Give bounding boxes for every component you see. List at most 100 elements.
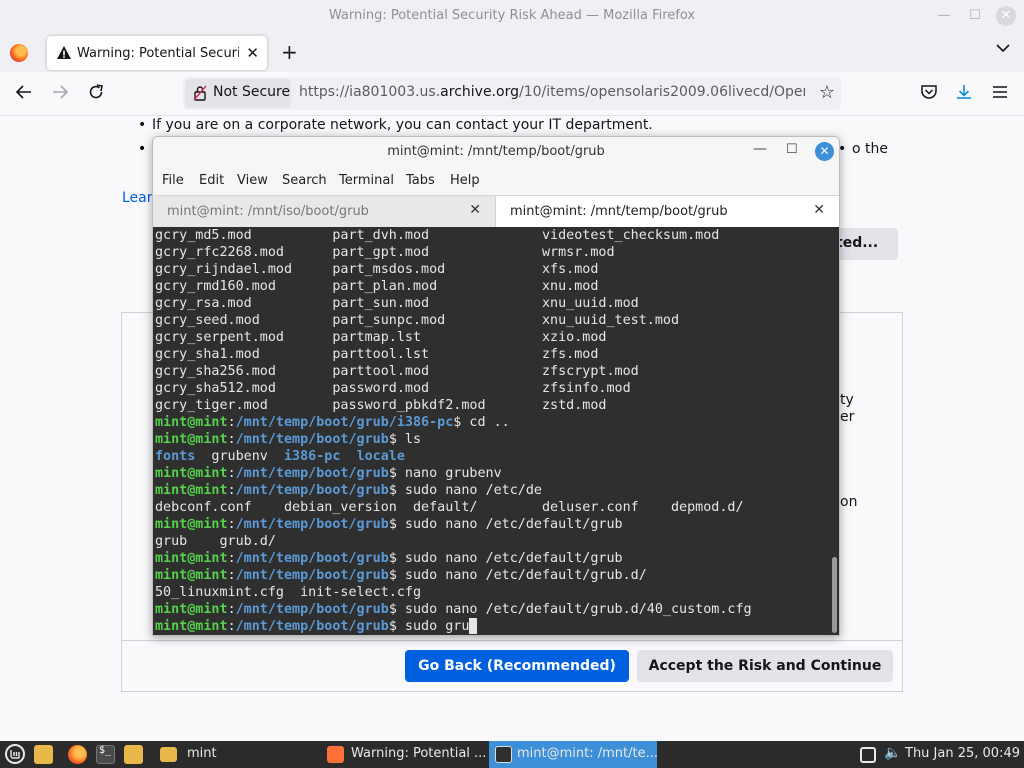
- chevron-down-icon: [996, 44, 1010, 53]
- taskbar-item-label: Warning: Potential ...: [351, 746, 487, 761]
- minimize-window-button[interactable]: —: [935, 7, 953, 25]
- tab-title: Warning: Potential Security Risk Ahead: [77, 46, 239, 61]
- tab-strip: Warning: Potential Security Risk Ahead ✕…: [0, 32, 1024, 72]
- terminal-title: mint@mint: /mnt/temp/boot/grub: [387, 144, 605, 159]
- prompt-user: mint@mint: [155, 568, 228, 583]
- browser-tab-active[interactable]: Warning: Potential Security Risk Ahead ✕: [47, 36, 267, 70]
- close-tab-icon[interactable]: ✕: [469, 202, 481, 218]
- terminal-tabbar: mint@mint: /mnt/iso/boot/grub ✕ mint@min…: [153, 195, 839, 228]
- url-input[interactable]: https://ia801003.us.archive.org/10/items…: [299, 84, 805, 100]
- menu-terminal[interactable]: Terminal: [339, 173, 394, 188]
- address-bar[interactable]: Not Secure https://ia801003.us.archive.o…: [183, 77, 841, 110]
- taskbar-item-terminal[interactable]: mint@mint: /mnt/te...: [489, 741, 658, 768]
- prompt-line: mint@mint:/mnt/temp/boot/grub$ sudo nano…: [155, 516, 827, 533]
- pocket-button[interactable]: [917, 83, 941, 107]
- clock[interactable]: Thu Jan 25, 00:49: [905, 746, 1020, 761]
- menu-tabs[interactable]: Tabs: [406, 173, 435, 188]
- close-window-button[interactable]: ✕: [996, 6, 1016, 26]
- terminal-tab-2[interactable]: mint@mint: /mnt/temp/boot/grub ✕: [495, 196, 839, 228]
- terminal-scrollbar-thumb[interactable]: [832, 557, 837, 633]
- pocket-icon: [921, 85, 937, 99]
- terminal-tab-1[interactable]: mint@mint: /mnt/iso/boot/grub ✕: [153, 196, 495, 228]
- folder-icon: [160, 747, 177, 762]
- firefox-view-icon[interactable]: [10, 44, 28, 62]
- mint-menu-icon[interactable]: [5, 744, 25, 764]
- learn-more-link[interactable]: Lear: [122, 190, 153, 206]
- site-identity-button[interactable]: Not Secure: [185, 79, 291, 108]
- url-path: /10/items/opensolaris2009.06livecd/OpenS…: [518, 84, 805, 100]
- terminal-titlebar[interactable]: mint@mint: /mnt/temp/boot/grub — ☐ ✕: [153, 137, 839, 167]
- output-line: 50_linuxmint.cfg init-select.cfg: [155, 585, 422, 600]
- terminal-close-icon[interactable]: ✕: [815, 142, 834, 161]
- taskbar-item-label: mint@mint: /mnt/te...: [517, 746, 658, 761]
- menu-edit[interactable]: Edit: [199, 173, 224, 188]
- prompt-path: /mnt/temp/boot/grub: [235, 619, 389, 634]
- advice-bullet-2-tail: o the: [838, 141, 888, 157]
- prompt-line: mint@mint:/mnt/temp/boot/grub$ sudo nano…: [155, 567, 827, 584]
- file-listing-row: gcry_md5.mod part_dvh.mod videotest_chec…: [155, 228, 720, 243]
- prompt-line: mint@mint:/mnt/temp/boot/grub/i386-pc$ c…: [155, 414, 827, 431]
- maximize-window-button[interactable]: ☐: [966, 7, 984, 25]
- notifications-icon[interactable]: [860, 747, 876, 763]
- url-domain: archive.org: [440, 84, 519, 100]
- terminal-launcher-icon[interactable]: $_: [96, 745, 115, 764]
- prompt-separator: :: [227, 517, 236, 532]
- prompt-path: /mnt/temp/boot/grub: [235, 602, 389, 617]
- menu-search[interactable]: Search: [282, 173, 327, 188]
- bookmark-star-icon[interactable]: ☆: [819, 82, 835, 103]
- prompt-separator: :: [227, 466, 236, 481]
- prompt-user: mint@mint: [155, 432, 228, 447]
- terminal-icon: [495, 746, 512, 763]
- taskbar-item-firefox[interactable]: Warning: Potential ...: [320, 741, 486, 768]
- file-listing-row: gcry_serpent.mod partmap.lst xzio.mod: [155, 330, 607, 345]
- file-listing-row: gcry_sha1.mod parttool.lst zfs.mod: [155, 347, 599, 362]
- downloads-button[interactable]: [952, 83, 976, 107]
- terminal-tab-label: mint@mint: /mnt/iso/boot/grub: [167, 204, 369, 219]
- menu-icon: [993, 86, 1007, 98]
- prompt-path: /mnt/temp/boot/grub: [235, 517, 389, 532]
- new-tab-button[interactable]: +: [281, 40, 298, 64]
- command-text: $ nano grubenv: [388, 466, 502, 481]
- menu-help[interactable]: Help: [450, 173, 480, 188]
- prompt-line: mint@mint:/mnt/temp/boot/grub$ sudo nano…: [155, 601, 827, 618]
- terminal-menubar: File Edit View Search Terminal Tabs Help: [153, 167, 839, 195]
- prompt-user: mint@mint: [155, 517, 228, 532]
- close-tab-icon[interactable]: ✕: [246, 44, 259, 62]
- firefox-launcher-icon[interactable]: [68, 745, 87, 764]
- terminal-maximize-icon[interactable]: ☐: [786, 142, 798, 157]
- app-menu-button[interactable]: [988, 83, 1012, 105]
- back-icon: [15, 85, 31, 99]
- terminal-window[interactable]: mint@mint: /mnt/temp/boot/grub — ☐ ✕ Fil…: [152, 136, 840, 636]
- advanced-text-fragment-1: ty: [840, 392, 854, 408]
- command-text: $ cd ..: [453, 415, 510, 430]
- file-entry: grubenv: [195, 449, 284, 464]
- file-listing-row: gcry_rfc2268.mod part_gpt.mod wrmsr.mod: [155, 245, 615, 260]
- close-tab-icon[interactable]: ✕: [813, 202, 825, 218]
- prompt-user: mint@mint: [155, 602, 228, 617]
- forward-button[interactable]: [48, 83, 72, 107]
- menu-file[interactable]: File: [162, 173, 184, 188]
- firefox-icon: [327, 746, 344, 763]
- taskbar-item-files[interactable]: mint: [154, 741, 314, 768]
- terminal-tab-label: mint@mint: /mnt/temp/boot/grub: [510, 204, 728, 219]
- command-text: $ sudo nano /etc/default/grub.d/40_custo…: [388, 602, 752, 617]
- terminal-scrollbar[interactable]: [830, 227, 839, 635]
- list-all-tabs-button[interactable]: [996, 42, 1010, 57]
- show-desktop-icon[interactable]: [34, 745, 53, 764]
- terminal-output-area[interactable]: gcry_md5.mod part_dvh.mod videotest_chec…: [153, 227, 839, 635]
- volume-icon[interactable]: 🔈: [884, 745, 901, 761]
- command-text: $ sudo gru: [388, 619, 470, 634]
- files-launcher-icon[interactable]: [124, 745, 143, 764]
- accept-risk-button[interactable]: Accept the Risk and Continue: [637, 650, 893, 682]
- menu-view[interactable]: View: [237, 173, 268, 188]
- text-cursor: [469, 618, 478, 634]
- output-line: grub grub.d/: [155, 534, 276, 549]
- taskbar: $_ mint Warning: Potential ... mint@mint…: [0, 741, 1024, 768]
- go-back-button[interactable]: Go Back (Recommended): [405, 650, 629, 682]
- prompt-line: mint@mint:/mnt/temp/boot/grub$ sudo gru: [155, 618, 827, 635]
- prompt-separator: :: [227, 415, 236, 430]
- terminal-minimize-icon[interactable]: —: [753, 141, 767, 157]
- back-button[interactable]: [12, 83, 36, 107]
- reload-button[interactable]: [84, 83, 108, 107]
